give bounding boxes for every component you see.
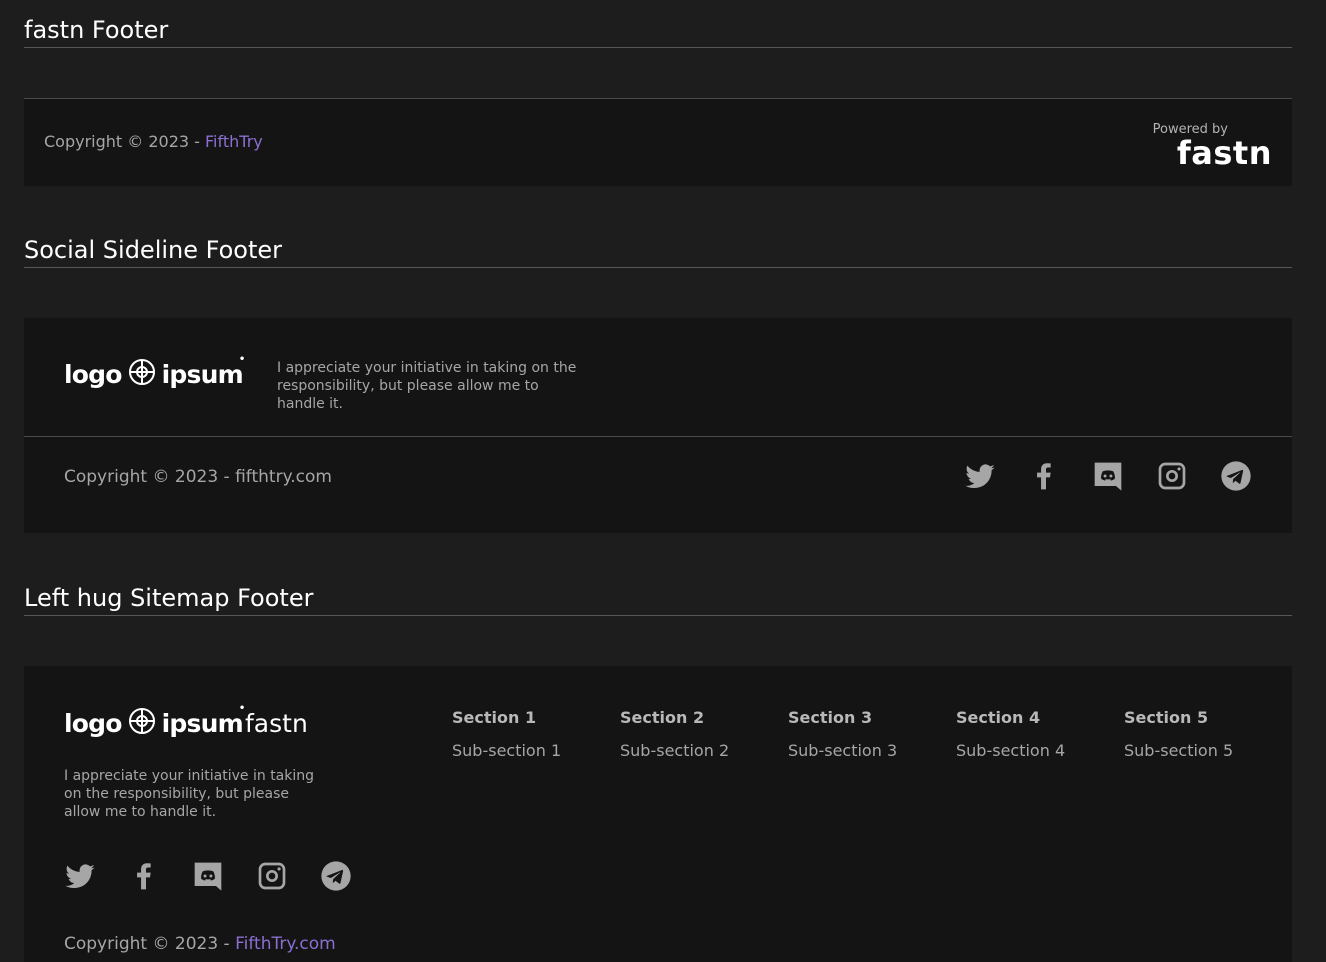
- sub-section-link[interactable]: Sub-section 1: [452, 741, 620, 760]
- facebook-icon[interactable]: [128, 860, 160, 892]
- social-sideline-footer: logo ipsum• I appreciate your initiative…: [24, 318, 1292, 533]
- fastn-logo: fastn: [1176, 134, 1272, 172]
- section-title[interactable]: Section 1: [452, 708, 620, 727]
- sub-section-link[interactable]: Sub-section 4: [956, 741, 1124, 760]
- fastn-footer-copyright: Copyright © 2023 - FifthTry: [44, 132, 263, 151]
- telegram-icon[interactable]: [1220, 460, 1252, 492]
- globe-logo-icon: [128, 358, 156, 390]
- left-hug-sitemap-footer: logo ipsum• fastn I appreciate your init…: [24, 666, 1292, 962]
- social-links: [964, 460, 1252, 492]
- fifthtry-link[interactable]: FifthTry: [205, 132, 263, 151]
- discord-icon[interactable]: [192, 860, 224, 892]
- logo-ipsum[interactable]: logo ipsum•: [64, 702, 246, 739]
- discord-icon[interactable]: [1092, 460, 1124, 492]
- logo-word-1: logo: [64, 359, 122, 389]
- instagram-icon[interactable]: [256, 860, 288, 892]
- facebook-icon[interactable]: [1028, 460, 1060, 492]
- telegram-icon[interactable]: [320, 860, 352, 892]
- footer-description: I appreciate your initiative in taking o…: [277, 360, 577, 412]
- section-title[interactable]: Section 2: [620, 708, 788, 727]
- section-title[interactable]: Section 5: [1124, 708, 1292, 727]
- copyright-text: Copyright © 2023 -: [64, 934, 236, 954]
- globe-logo-icon: [128, 707, 156, 739]
- sub-section-link[interactable]: Sub-section 5: [1124, 741, 1292, 760]
- sitemap: Section 1 Sub-section 1 Section 2 Sub-se…: [452, 708, 1292, 760]
- fifthtry-link[interactable]: FifthTry.com: [235, 934, 336, 954]
- sitemap-column: Section 2 Sub-section 2: [620, 708, 788, 760]
- copyright-text: Copyright © 2023 - fifthtry.com: [64, 467, 332, 487]
- sub-section-link[interactable]: Sub-section 2: [620, 741, 788, 760]
- fastn-footer: Copyright © 2023 - FifthTry Powered by f…: [24, 98, 1292, 186]
- section-title[interactable]: Section 3: [788, 708, 956, 727]
- fastn-footer-heading: fastn Footer: [24, 16, 1292, 48]
- instagram-icon[interactable]: [1156, 460, 1188, 492]
- social-sideline-footer-heading: Social Sideline Footer: [24, 236, 1292, 268]
- logo-word-2: ipsum•: [161, 702, 246, 738]
- sitemap-column: Section 5 Sub-section 5: [1124, 708, 1292, 760]
- logo-word-2: ipsum•: [161, 353, 246, 389]
- brand-name: fastn: [245, 709, 308, 738]
- sitemap-column: Section 1 Sub-section 1: [452, 708, 620, 760]
- copyright-text: Copyright © 2023 -: [44, 132, 206, 151]
- page: fastn Footer Copyright © 2023 - FifthTry…: [0, 0, 1326, 962]
- logo-ipsum[interactable]: logo ipsum•: [64, 353, 246, 390]
- section-title[interactable]: Section 4: [956, 708, 1124, 727]
- sitemap-column: Section 4 Sub-section 4: [956, 708, 1124, 760]
- sub-section-link[interactable]: Sub-section 3: [788, 741, 956, 760]
- left-hug-copyright: Copyright © 2023 - FifthTry.com: [64, 934, 336, 954]
- twitter-icon[interactable]: [964, 460, 996, 492]
- footer-description: I appreciate your initiative in taking o…: [64, 768, 315, 820]
- twitter-icon[interactable]: [64, 860, 96, 892]
- logo-word-1: logo: [64, 708, 122, 738]
- sitemap-column: Section 3 Sub-section 3: [788, 708, 956, 760]
- left-hug-sitemap-footer-heading: Left hug Sitemap Footer: [24, 584, 1292, 616]
- social-links: [64, 860, 352, 892]
- divider: [24, 436, 1292, 437]
